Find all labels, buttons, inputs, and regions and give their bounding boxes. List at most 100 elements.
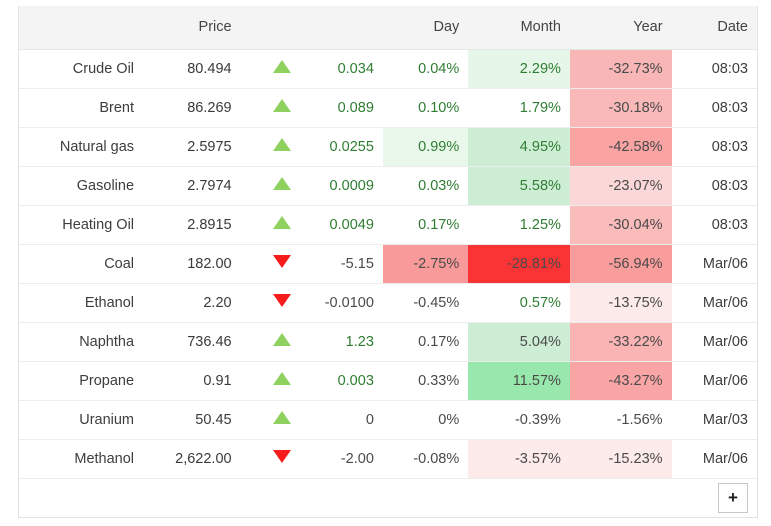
cell-date: 08:03 bbox=[671, 88, 757, 128]
cell-year-percent: -30.18% bbox=[569, 88, 672, 128]
triangle-up-icon bbox=[272, 177, 291, 190]
table-row[interactable]: Methanol 2,622.00 -2.00 -0.08% -3.57% -15.23%… bbox=[19, 439, 757, 479]
cell-month-percent: -28.81% bbox=[468, 244, 570, 284]
table-row[interactable]: Uranium 50.45 0 0% -0.39% -1.56% Mar/03 bbox=[19, 400, 757, 440]
cell-price: 80.494 bbox=[143, 49, 241, 89]
cell-month-percent: -0.39% bbox=[468, 400, 570, 440]
triangle-up-icon bbox=[272, 99, 291, 112]
cell-instrument-name: Crude Oil bbox=[19, 49, 144, 89]
cell-change: -2.00 bbox=[299, 439, 383, 479]
cell-month-percent: 5.58% bbox=[468, 166, 570, 206]
table-row[interactable]: Naphtha 736.46 1.23 0.17% 5.04% -33.22% Mar/06 bbox=[19, 322, 757, 362]
column-header-change[interactable] bbox=[299, 6, 383, 50]
cell-date: Mar/06 bbox=[671, 322, 757, 362]
table-row[interactable]: Crude Oil 80.494 0.034 0.04% 2.29% -32.73% 08:… bbox=[19, 49, 757, 89]
table-row[interactable]: Heating Oil 2.8915 0.0049 0.17% 1.25% -30.04%… bbox=[19, 205, 757, 245]
cell-price: 2.20 bbox=[143, 283, 241, 323]
cell-year-percent: -1.56% bbox=[569, 400, 672, 440]
quote-table-container: Price Day Month Year Date Crude Oil 80.49… bbox=[18, 6, 758, 518]
cell-price: 182.00 bbox=[143, 244, 241, 284]
cell-direction bbox=[240, 49, 300, 89]
table-row[interactable]: Coal 182.00 -5.15 -2.75% -28.81% -56.94% Mar/0… bbox=[19, 244, 757, 284]
cell-month-percent: 4.95% bbox=[468, 127, 570, 167]
cell-date: 08:03 bbox=[671, 127, 757, 167]
cell-month-percent: 2.29% bbox=[468, 49, 570, 89]
cell-instrument-name: Coal bbox=[19, 244, 144, 284]
cell-day-percent: -0.08% bbox=[382, 439, 469, 479]
cell-year-percent: -15.23% bbox=[569, 439, 672, 479]
cell-year-percent: -33.22% bbox=[569, 322, 672, 362]
cell-day-percent: 0.04% bbox=[382, 49, 469, 89]
cell-instrument-name: Methanol bbox=[19, 439, 144, 479]
cell-date: Mar/06 bbox=[671, 361, 757, 401]
cell-date: Mar/06 bbox=[671, 283, 757, 323]
table-row[interactable]: Natural gas 2.5975 0.0255 0.99% 4.95% -42.58%… bbox=[19, 127, 757, 167]
cell-day-percent: 0.17% bbox=[382, 205, 469, 245]
triangle-up-icon bbox=[272, 216, 291, 229]
cell-change: -0.0100 bbox=[299, 283, 383, 323]
cell-month-percent: 5.04% bbox=[468, 322, 570, 362]
cell-change: 0.034 bbox=[299, 49, 383, 89]
cell-date: 08:03 bbox=[671, 205, 757, 245]
table-row[interactable]: Gasoline 2.7974 0.0009 0.03% 5.58% -23.07% 08:… bbox=[19, 166, 757, 206]
cell-price: 2.8915 bbox=[143, 205, 241, 245]
cell-instrument-name: Heating Oil bbox=[19, 205, 144, 245]
table-row[interactable]: Brent 86.269 0.089 0.10% 1.79% -30.18% 08:03 bbox=[19, 88, 757, 128]
commodities-quote-panel: Price Day Month Year Date Crude Oil 80.49… bbox=[0, 0, 771, 526]
cell-date: 08:03 bbox=[671, 49, 757, 89]
cell-instrument-name: Brent bbox=[19, 88, 144, 128]
cell-direction bbox=[240, 361, 300, 401]
column-header-date[interactable]: Date bbox=[671, 6, 757, 50]
commodities-table: Price Day Month Year Date Crude Oil 80.49… bbox=[19, 6, 757, 517]
cell-direction bbox=[240, 205, 300, 245]
cell-day-percent: 0.99% bbox=[382, 127, 469, 167]
cell-month-percent: 11.57% bbox=[468, 361, 570, 401]
cell-month-percent: 1.79% bbox=[468, 88, 570, 128]
column-header-price[interactable]: Price bbox=[143, 6, 241, 50]
cell-date: Mar/06 bbox=[671, 439, 757, 479]
cell-price: 2,622.00 bbox=[143, 439, 241, 479]
triangle-down-icon bbox=[272, 450, 291, 463]
column-header-arrow[interactable] bbox=[240, 6, 300, 50]
table-row[interactable]: Propane 0.91 0.003 0.33% 11.57% -43.27% Mar/06 bbox=[19, 361, 757, 401]
cell-price: 2.7974 bbox=[143, 166, 241, 206]
cell-change: 0.089 bbox=[299, 88, 383, 128]
cell-direction bbox=[240, 322, 300, 362]
cell-direction bbox=[240, 283, 300, 323]
cell-change: 0.0255 bbox=[299, 127, 383, 167]
cell-change: 0 bbox=[299, 400, 383, 440]
column-header-year[interactable]: Year bbox=[569, 6, 672, 50]
table-row[interactable]: Ethanol 2.20 -0.0100 -0.45% 0.57% -13.75% Mar/… bbox=[19, 283, 757, 323]
column-header-month[interactable]: Month bbox=[468, 6, 570, 50]
cell-year-percent: -23.07% bbox=[569, 166, 672, 206]
cell-year-percent: -13.75% bbox=[569, 283, 672, 323]
triangle-up-icon bbox=[272, 60, 291, 73]
column-header-name[interactable] bbox=[19, 6, 144, 50]
cell-change: 0.0049 bbox=[299, 205, 383, 245]
cell-year-percent: -56.94% bbox=[569, 244, 672, 284]
cell-date: Mar/06 bbox=[671, 244, 757, 284]
add-instrument-button[interactable]: + bbox=[718, 482, 748, 513]
cell-change: 0.003 bbox=[299, 361, 383, 401]
triangle-up-icon bbox=[272, 138, 291, 151]
table-header: Price Day Month Year Date bbox=[19, 6, 757, 50]
cell-year-percent: -43.27% bbox=[569, 361, 672, 401]
cell-day-percent: 0.03% bbox=[382, 166, 469, 206]
triangle-down-icon bbox=[272, 255, 291, 268]
cell-month-percent: -3.57% bbox=[468, 439, 570, 479]
cell-price: 2.5975 bbox=[143, 127, 241, 167]
cell-date: Mar/03 bbox=[671, 400, 757, 440]
cell-direction bbox=[240, 439, 300, 479]
cell-instrument-name: Natural gas bbox=[19, 127, 144, 167]
cell-price: 736.46 bbox=[143, 322, 241, 362]
cell-month-percent: 0.57% bbox=[468, 283, 570, 323]
cell-direction bbox=[240, 400, 300, 440]
cell-instrument-name: Gasoline bbox=[19, 166, 144, 206]
column-header-day[interactable]: Day bbox=[382, 6, 469, 50]
cell-day-percent: 0.33% bbox=[382, 361, 469, 401]
cell-price: 50.45 bbox=[143, 400, 241, 440]
cell-instrument-name: Naphtha bbox=[19, 322, 144, 362]
triangle-up-icon bbox=[272, 411, 291, 424]
cell-date: 08:03 bbox=[671, 166, 757, 206]
table-body: Crude Oil 80.494 0.034 0.04% 2.29% -32.73% 08:… bbox=[19, 49, 757, 517]
